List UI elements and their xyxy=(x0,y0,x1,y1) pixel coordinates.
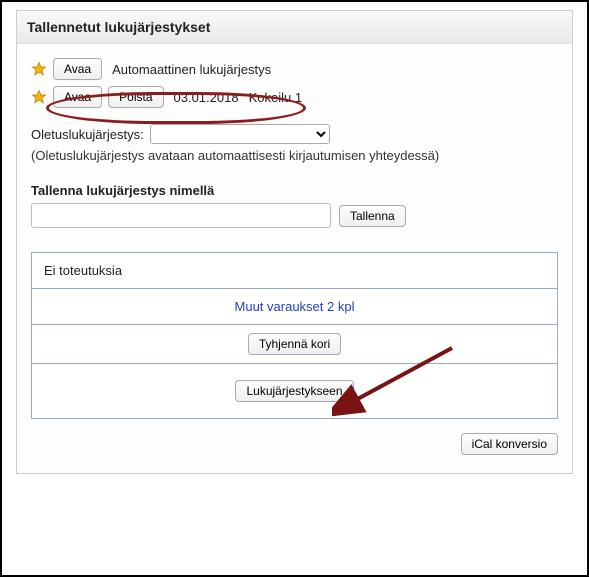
schedule-row-saved: Avaa Poista 03.01.2018 Kokeilu 1 xyxy=(31,86,558,108)
bottom-actions: iCal konversio xyxy=(31,433,558,455)
default-schedule-row: Oletuslukujärjestys: xyxy=(31,124,558,144)
saved-schedules-panel: Tallennetut lukujärjestykset Avaa Automa… xyxy=(16,10,573,474)
default-schedule-hint: (Oletuslukujärjestys avataan automaattis… xyxy=(31,148,558,163)
schedule-name-input[interactable] xyxy=(31,203,331,228)
panel-title: Tallennetut lukujärjestykset xyxy=(17,11,572,44)
panel-body: Avaa Automaattinen lukujärjestys Avaa Po… xyxy=(17,44,572,473)
default-schedule-select[interactable] xyxy=(150,124,330,144)
ical-button[interactable]: iCal konversio xyxy=(461,433,558,455)
star-icon[interactable] xyxy=(31,61,47,77)
other-reservations-link[interactable]: Muut varaukset 2 kpl xyxy=(235,299,355,314)
schedule-name: Automaattinen lukujärjestys xyxy=(112,62,271,77)
save-schedule-row: Tallenna xyxy=(31,203,558,228)
empty-basket-cell: Tyhjennä kori xyxy=(32,325,557,363)
default-schedule-label: Oletuslukujärjestys: xyxy=(31,127,144,142)
schedule-date: 03.01.2018 xyxy=(174,90,239,105)
window: Tallennetut lukujärjestykset Avaa Automa… xyxy=(0,0,589,577)
open-button[interactable]: Avaa xyxy=(53,58,102,80)
basket-box: Ei toteutuksia Muut varaukset 2 kpl Tyhj… xyxy=(31,252,558,419)
empty-basket-button[interactable]: Tyhjennä kori xyxy=(248,333,341,355)
other-reservations-cell: Muut varaukset 2 kpl xyxy=(32,289,557,325)
save-schedule-label: Tallenna lukujärjestys nimellä xyxy=(31,183,558,198)
delete-button[interactable]: Poista xyxy=(108,86,163,108)
no-implementations: Ei toteutuksia xyxy=(32,253,557,289)
open-button[interactable]: Avaa xyxy=(53,86,102,108)
to-schedule-cell: Lukujärjestykseen xyxy=(32,363,557,418)
schedule-name: Kokeilu 1 xyxy=(249,90,302,105)
to-schedule-button[interactable]: Lukujärjestykseen xyxy=(235,380,353,402)
star-icon[interactable] xyxy=(31,89,47,105)
schedule-row-auto: Avaa Automaattinen lukujärjestys xyxy=(31,58,558,80)
save-button[interactable]: Tallenna xyxy=(339,205,406,227)
